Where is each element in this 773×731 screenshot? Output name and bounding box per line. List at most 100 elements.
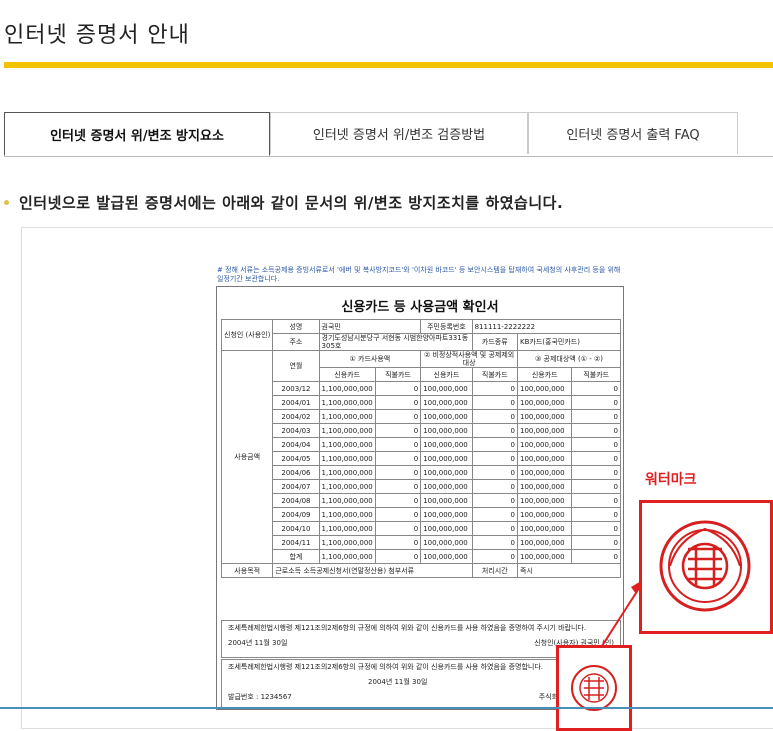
bottom-border xyxy=(0,707,773,709)
row-value: 0 xyxy=(374,423,422,438)
row-value: 0 xyxy=(374,535,422,550)
row-value: 1,100,000,000 xyxy=(318,409,376,424)
row-value: 0 xyxy=(374,451,422,466)
purpose-value: 근로소득 소득공제신청서(연말정산용) 첨부서류 xyxy=(272,563,473,578)
row-value: 1,100,000,000 xyxy=(318,451,376,466)
time-value: 즉시 xyxy=(517,563,621,578)
row-value: 1,100,000,000 xyxy=(318,423,376,438)
addr-value: 경기도성남시분당구 서현동 시범한양아파트331동305호 xyxy=(318,333,473,351)
issue-number: 발급번호 : 1234567 xyxy=(228,693,292,701)
row-value: 100,000,000 xyxy=(420,465,473,480)
row-month: 합계 xyxy=(272,549,320,564)
table-row-total: 합계 1,100,000,000 0 100,000,000 0 100,000,000 0 xyxy=(222,549,621,564)
row-value: 100,000,000 xyxy=(420,507,473,522)
seal-icon xyxy=(659,520,751,612)
certificate-note: # 정해 서류는 소득공제용 증빙서류로서 '에버 및 복사방지코드'와 '이차… xyxy=(217,266,621,283)
row-value: 0 xyxy=(471,521,519,536)
row-month: 2004/01 xyxy=(272,395,320,410)
row-month: 2004/06 xyxy=(272,465,320,480)
tab-forgery-prevention[interactable]: 인터넷 증명서 위/변조 방지요소 xyxy=(4,112,270,156)
addr-label: 주소 xyxy=(272,333,320,351)
row-value: 100,000,000 xyxy=(420,423,473,438)
row-value: 0 xyxy=(471,395,519,410)
table-row: 2004/03 1,100,000,000 0 100,000,000 0 100,000… xyxy=(222,423,621,438)
col-debit: 직불카드 xyxy=(374,367,422,382)
row-value: 0 xyxy=(471,465,519,480)
row-month: 2004/03 xyxy=(272,423,320,438)
row-value: 0 xyxy=(471,423,519,438)
row-value: 1,100,000,000 xyxy=(318,507,376,522)
row-value: 0 xyxy=(571,381,621,396)
row-value: 0 xyxy=(571,409,621,424)
row-value: 0 xyxy=(471,535,519,550)
row-value: 100,000,000 xyxy=(517,451,573,466)
row-value: 100,000,000 xyxy=(420,479,473,494)
table-row: 2004/06 1,100,000,000 0 100,000,000 0 100,000… xyxy=(222,465,621,480)
row-value: 0 xyxy=(374,521,422,536)
name-value: 권국민 xyxy=(318,319,422,334)
certificate-title: 신용카드 등 사용금액 확인서 xyxy=(341,300,499,315)
row-value: 0 xyxy=(374,493,422,508)
row-value: 0 xyxy=(471,493,519,508)
row-value: 1,100,000,000 xyxy=(318,437,376,452)
name-label: 성명 xyxy=(272,319,320,334)
row-value: 0 xyxy=(571,465,621,480)
row-value: 100,000,000 xyxy=(420,437,473,452)
row-month: 2004/08 xyxy=(272,493,320,508)
row-value: 0 xyxy=(571,395,621,410)
row-value: 100,000,000 xyxy=(517,409,573,424)
col-credit: 신용카드 xyxy=(420,367,473,382)
card-type-value: KB카드(홍국민카드) xyxy=(517,333,621,351)
seal-zoom-box xyxy=(556,645,632,731)
title-underline xyxy=(4,62,773,68)
row-value: 100,000,000 xyxy=(420,493,473,508)
row-value: 1,100,000,000 xyxy=(318,549,376,564)
row-value: 0 xyxy=(571,507,621,522)
row-value: 0 xyxy=(571,451,621,466)
table-row: 2004/05 1,100,000,000 0 100,000,000 0 100,000… xyxy=(222,451,621,466)
col-credit: 신용카드 xyxy=(318,367,376,382)
stamp-icon xyxy=(571,665,617,711)
row-value: 0 xyxy=(374,395,422,410)
row-month: 2004/11 xyxy=(272,535,320,550)
table-row: 2004/04 1,100,000,000 0 100,000,000 0 100,000… xyxy=(222,437,621,452)
bullet-icon xyxy=(4,200,9,205)
row-value: 100,000,000 xyxy=(517,493,573,508)
row-value: 0 xyxy=(374,479,422,494)
row-value: 0 xyxy=(471,549,519,564)
row-value: 100,000,000 xyxy=(517,479,573,494)
row-value: 100,000,000 xyxy=(420,451,473,466)
row-value: 0 xyxy=(571,549,621,564)
card-type-label: 카드종류 xyxy=(471,333,519,351)
row-value: 100,000,000 xyxy=(517,521,573,536)
row-value: 0 xyxy=(471,479,519,494)
intro-label: 인터넷으로 발급된 증명서에는 아래와 같이 문서의 위/변조 방지조치를 하였… xyxy=(19,194,564,212)
table-row: 2004/10 1,100,000,000 0 100,000,000 0 100,000… xyxy=(222,521,621,536)
col-debit: 직불카드 xyxy=(471,367,519,382)
row-value: 1,100,000,000 xyxy=(318,381,376,396)
col-usage: ① 카드사용액 xyxy=(318,350,422,368)
row-value: 100,000,000 xyxy=(517,437,573,452)
row-month: 2004/09 xyxy=(272,507,320,522)
row-value: 100,000,000 xyxy=(517,535,573,550)
row-value: 1,100,000,000 xyxy=(318,521,376,536)
row-value: 0 xyxy=(374,465,422,480)
id-label: 주민등록번호 xyxy=(420,319,473,334)
row-value: 100,000,000 xyxy=(420,409,473,424)
row-value: 100,000,000 xyxy=(517,395,573,410)
row-value: 0 xyxy=(374,507,422,522)
row-value: 100,000,000 xyxy=(420,535,473,550)
row-value: 0 xyxy=(471,409,519,424)
intro-text: 인터넷으로 발급된 증명서에는 아래와 같이 문서의 위/변조 방지조치를 하였… xyxy=(4,192,563,213)
tab-print-faq[interactable]: 인터넷 증명서 출력 FAQ xyxy=(528,112,738,154)
row-value: 0 xyxy=(571,493,621,508)
row-value: 0 xyxy=(374,381,422,396)
row-value: 0 xyxy=(471,451,519,466)
tab-forgery-verification[interactable]: 인터넷 증명서 위/변조 검증방법 xyxy=(270,112,528,154)
table-row: 2004/01 1,100,000,000 0 100,000,000 0 100,000… xyxy=(222,395,621,410)
row-value: 1,100,000,000 xyxy=(318,479,376,494)
time-label: 처리시간 xyxy=(471,563,519,578)
row-month: 2004/10 xyxy=(272,521,320,536)
row-value: 0 xyxy=(571,479,621,494)
col-debit: 직불카드 xyxy=(571,367,621,382)
